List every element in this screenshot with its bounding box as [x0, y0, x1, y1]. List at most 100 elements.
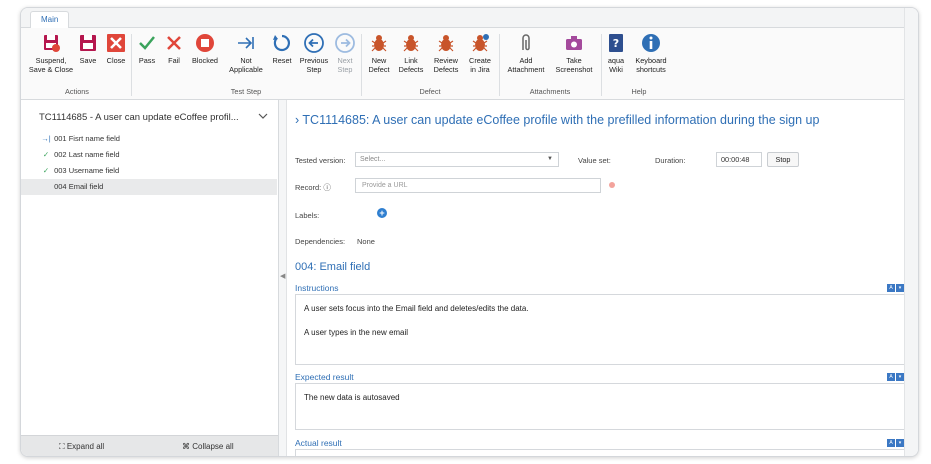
- step-label: 002 Last name field: [54, 150, 120, 159]
- group-label-test-step: Test Step: [230, 87, 262, 96]
- bug-review-icon: [438, 35, 454, 52]
- not-applicable-button[interactable]: Not Applicable: [225, 32, 267, 74]
- instructions-editor-tools[interactable]: A ▾: [886, 284, 904, 292]
- app-window: Main Suspend, Save & Close Save Close Ac…: [20, 7, 919, 457]
- actual-result-box[interactable]: [295, 449, 906, 456]
- collapse-arrow-icon[interactable]: ◀: [280, 272, 285, 280]
- suspend-label-2: Save & Close: [28, 64, 74, 74]
- duration-value: 00:00:48: [716, 152, 762, 167]
- collapse-all-button[interactable]: ⌘ Collapse all: [182, 442, 234, 451]
- instructions-title: Instructions: [295, 283, 339, 293]
- labels-label: Labels:: [295, 211, 320, 220]
- duration-label: Duration:: [655, 156, 686, 165]
- step-item[interactable]: ✓ 002 Last name field: [21, 147, 277, 163]
- tested-version-label: Tested version:: [295, 156, 346, 165]
- instructions-box[interactable]: A user sets focus into the Email field a…: [295, 294, 906, 365]
- bug-link-icon: [403, 35, 419, 52]
- next-step-button[interactable]: Next Step: [333, 32, 357, 74]
- reset-button[interactable]: Reset: [269, 32, 295, 66]
- step-item[interactable]: ✓ 003 Username field: [21, 163, 277, 179]
- tested-version-select[interactable]: Select... ▼: [355, 152, 559, 167]
- previous-step-label-2: Step: [306, 64, 322, 74]
- actual-result-title: Actual result: [295, 438, 342, 448]
- step-item-selected[interactable]: 004 Email field: [21, 179, 277, 195]
- stop-button[interactable]: Stop: [767, 152, 799, 167]
- blocked-label: Blocked: [192, 56, 218, 65]
- next-step-label-2: Step: [337, 64, 353, 74]
- close-button[interactable]: Close: [103, 32, 129, 66]
- aqua-wiki-label-2: Wiki: [609, 64, 623, 74]
- bug-jira-icon: [472, 34, 489, 52]
- page-title: › TC1114685: A user can update eCoffee p…: [295, 113, 819, 127]
- add-attachment-label-2: Attachment: [507, 64, 545, 74]
- add-label-icon[interactable]: +: [377, 208, 387, 218]
- help-circle-icon[interactable]: ⓘ: [323, 183, 331, 192]
- actual-editor-tools[interactable]: A ▾: [886, 439, 904, 447]
- step-item[interactable]: →| 001 Fisrt name field: [21, 131, 277, 147]
- tree-footer: ⛶ Expand all ⌘ Collapse all: [21, 435, 278, 456]
- expected-result-text: The new data is autosaved: [304, 393, 400, 402]
- bug-icon: [371, 35, 387, 52]
- close-label: Close: [106, 56, 126, 65]
- fail-button[interactable]: Fail: [163, 32, 185, 66]
- tab-main[interactable]: Main: [30, 11, 70, 29]
- previous-step-button[interactable]: Previous Step: [297, 32, 331, 74]
- format-icon[interactable]: A: [887, 284, 895, 292]
- page-title-text: TC1114685: A user can update eCoffee pro…: [302, 113, 820, 127]
- blocked-icon: [196, 34, 214, 52]
- suspend-save-close-button[interactable]: Suspend, Save & Close: [27, 32, 75, 74]
- expand-editor-icon[interactable]: ▾: [896, 439, 904, 447]
- chevron-down-icon[interactable]: [257, 110, 269, 122]
- fail-label: Fail: [168, 56, 180, 65]
- tested-version-value: Select...: [360, 156, 386, 163]
- keyboard-shortcuts-button[interactable]: Keyboard shortcuts: [629, 32, 673, 74]
- group-label-attachments: Attachments: [529, 87, 571, 96]
- step-label: 004 Email field: [54, 182, 104, 191]
- record-url-input[interactable]: Provide a URL: [355, 178, 601, 193]
- scrollbar-track[interactable]: [904, 8, 918, 456]
- expand-all-label: Expand all: [66, 442, 105, 451]
- record-dot-icon[interactable]: [609, 182, 615, 188]
- save-button[interactable]: Save: [77, 32, 99, 66]
- expand-all-button[interactable]: ⛶ Expand all: [59, 442, 104, 452]
- new-defect-button[interactable]: New Defect: [365, 32, 393, 74]
- ribbon-toolbar: Suspend, Save & Close Save Close Actions: [21, 28, 918, 100]
- suspend-save-icon: [44, 35, 60, 52]
- group-label-actions: Actions: [65, 87, 89, 96]
- chevron-right-icon: ›: [295, 113, 300, 127]
- expected-editor-tools[interactable]: A ▾: [886, 373, 904, 381]
- add-attachment-button[interactable]: Add Attachment: [503, 32, 549, 74]
- review-defects-button[interactable]: Review Defects: [429, 32, 463, 74]
- caret-down-icon: ▼: [547, 156, 553, 162]
- close-icon: [107, 34, 125, 52]
- save-label: Save: [79, 56, 97, 65]
- paperclip-icon: [522, 34, 530, 51]
- step-label: 003 Username field: [54, 166, 120, 175]
- expand-editor-icon[interactable]: ▾: [896, 373, 904, 381]
- record-label: Record: ⓘ: [295, 182, 331, 193]
- test-step-detail: › TC1114685: A user can update eCoffee p…: [288, 100, 906, 456]
- checkmark-icon: ✓: [42, 166, 50, 175]
- take-screenshot-button[interactable]: Take Screenshot: [551, 32, 597, 74]
- expand-editor-icon[interactable]: ▾: [896, 284, 904, 292]
- ribbon-tabbar: Main: [21, 8, 918, 29]
- create-in-jira-label-2: in Jira: [470, 64, 490, 74]
- step-heading: 004: Email field: [295, 261, 371, 273]
- format-icon[interactable]: A: [887, 373, 895, 381]
- pass-button[interactable]: Pass: [135, 32, 159, 66]
- arrow-right-circle-icon: [335, 33, 355, 53]
- format-icon[interactable]: A: [887, 439, 895, 447]
- link-defects-button[interactable]: Link Defects: [395, 32, 427, 74]
- camera-icon: [566, 36, 582, 50]
- group-label-defect: Defect: [419, 87, 441, 96]
- aqua-wiki-button[interactable]: ? aqua Wiki: [605, 32, 627, 74]
- panel-splitter[interactable]: ◀: [279, 100, 287, 456]
- collapse-icon: ⌘: [182, 442, 190, 451]
- create-in-jira-button[interactable]: Create in Jira: [465, 32, 495, 74]
- info-icon: [642, 34, 660, 52]
- expected-result-box[interactable]: The new data is autosaved: [295, 383, 906, 430]
- step-label: 001 Fisrt name field: [54, 134, 120, 143]
- blocked-button[interactable]: Blocked: [189, 32, 221, 66]
- link-defects-label-2: Defects: [398, 64, 424, 74]
- test-case-selector[interactable]: TC1114685 - A user can update eCoffee pr…: [39, 112, 239, 123]
